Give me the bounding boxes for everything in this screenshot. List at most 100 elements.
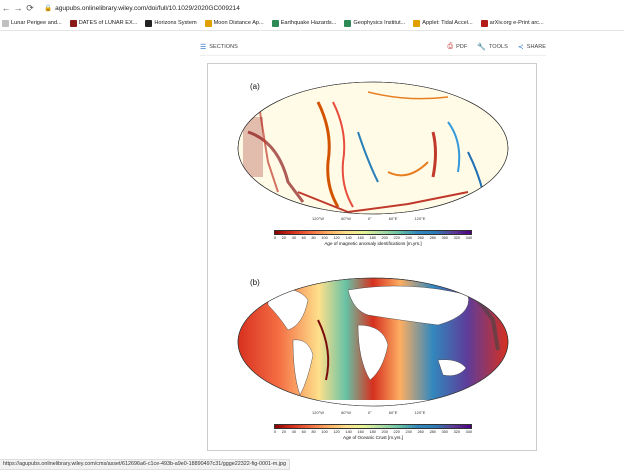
longitude-label: 120°W <box>312 410 325 415</box>
bookmark-label: Earthquake Hazards... <box>280 20 337 26</box>
bookmark-item[interactable]: Moon Distance Ap... <box>204 19 264 27</box>
colorbar-tick-label: 40 <box>291 430 296 434</box>
panel-a-lon-labels: 120°W 60°W 0° 60°E 120°E <box>312 216 425 221</box>
colorbar-tick-label: 340 <box>465 430 472 434</box>
colorbar-tick-label: 80 <box>311 236 316 240</box>
bookmark-favicon-icon <box>271 19 279 27</box>
colorbar-tick-label: 100 <box>321 430 328 434</box>
colorbar-tick-label: 260 <box>417 430 424 434</box>
panel-b-lon-labels: 120°W 60°W 0° 60°E 120°E <box>312 410 425 415</box>
url-text: agupubs.onlinelibrary.wiley.com/doi/full… <box>55 4 240 12</box>
status-bar-url: https://agupubs.onlinelibrary.wiley.com/… <box>0 459 290 470</box>
reload-icon[interactable]: ⟳ <box>24 1 36 15</box>
lock-icon: 🔒 <box>44 5 53 12</box>
bookmark-item[interactable]: DATES of LUNAR EX... <box>69 19 138 27</box>
bookmark-label: Lunar Perigee and... <box>11 20 62 26</box>
colorbar-tick-label: 140 <box>345 236 352 240</box>
panel-b-map <box>237 277 509 407</box>
panel-b-colorbar: 0 20 40 60 80 100 120 140 160 180 200 220 240 260 280 3… <box>274 424 472 440</box>
bookmark-label: Moon Distance Ap... <box>213 20 264 26</box>
longitude-label: 120°W <box>312 216 325 221</box>
share-button[interactable]: ≺ SHARE <box>518 43 546 51</box>
bookmark-favicon-icon <box>2 19 9 27</box>
bookmark-item[interactable]: Earthquake Hazards... <box>271 19 337 27</box>
colorbar-tick-label: 240 <box>405 430 412 434</box>
bookmark-item[interactable]: Applet: Tidal Accel... <box>413 19 473 27</box>
article-toolbar: ☰ SECTIONS ⎙ PDF 🔧 TOOLS ≺ SHARE <box>200 38 546 56</box>
bookmark-label: Horizons System <box>154 20 197 26</box>
bookmark-favicon-icon <box>69 19 77 27</box>
bookmark-favicon-icon <box>413 19 421 27</box>
colorbar-tick-label: 140 <box>345 430 352 434</box>
bookmark-item[interactable]: Lunar Perigee and... <box>2 19 62 27</box>
share-icon: ≺ <box>517 43 524 51</box>
menu-icon: ☰ <box>200 43 207 51</box>
longitude-label: 0° <box>367 410 372 415</box>
colorbar-tick-label: 200 <box>381 430 388 434</box>
wrench-icon: 🔧 <box>477 43 486 51</box>
panel-b-colorbar-gradient <box>274 424 472 429</box>
bookmarks-bar: Lunar Perigee and... DATES of LUNAR EX...… <box>0 16 624 31</box>
bookmark-label: Applet: Tidal Accel... <box>422 20 473 26</box>
back-icon[interactable]: ← <box>0 1 12 15</box>
colorbar-tick-label: 240 <box>405 236 412 240</box>
panel-a-map <box>237 81 509 215</box>
colorbar-tick-label: 320 <box>453 430 460 434</box>
forward-icon[interactable]: → <box>12 1 24 15</box>
colorbar-tick-label: 40 <box>291 236 296 240</box>
longitude-label: 60°W <box>341 410 351 415</box>
colorbar-tick-label: 0 <box>274 430 277 434</box>
panel-a-colorbar: 0 20 40 60 80 100 120 140 160 180 200 220 240 260 280 3… <box>274 230 472 246</box>
bookmark-item[interactable]: Horizons System <box>145 19 197 27</box>
bookmark-item[interactable]: Geophysics Institut... <box>344 19 406 27</box>
longitude-label: 0° <box>367 216 372 221</box>
colorbar-tick-label: 20 <box>281 430 287 434</box>
longitude-label: 60°E <box>388 216 398 221</box>
bookmark-favicon-icon <box>204 19 212 27</box>
colorbar-tick-label: 160 <box>357 430 364 434</box>
longitude-label: 120°E <box>414 216 426 221</box>
colorbar-tick-label: 340 <box>465 236 472 240</box>
longitude-label: 60°E <box>388 410 398 415</box>
colorbar-tick-label: 0 <box>274 236 277 240</box>
panel-a-colorbar-title: Age of magnetic anomaly identifications … <box>324 241 422 246</box>
panel-b-colorbar-ticks: 0 20 40 60 80 100 120 140 160 180 200 220 240 260 280 3… <box>274 430 472 434</box>
colorbar-tick-label: 220 <box>393 236 400 240</box>
colorbar-tick-label: 160 <box>357 236 364 240</box>
colorbar-tick-label: 320 <box>453 236 460 240</box>
colorbar-tick-label: 180 <box>369 236 376 240</box>
figure-image[interactable]: (a) 120°W 60°W 0° 60°E 120°E 0 20 40 60 80 100 120… <box>207 63 537 451</box>
tools-button[interactable]: 🔧 TOOLS <box>477 43 508 51</box>
pdf-button[interactable]: ⎙ PDF <box>447 43 467 51</box>
bookmark-favicon-icon <box>344 19 352 27</box>
colorbar-tick-label: 280 <box>429 236 436 240</box>
bookmark-label: DATES of LUNAR EX... <box>78 20 138 26</box>
bookmark-item[interactable]: arXiv.org e-Print arc... <box>480 19 544 27</box>
colorbar-tick-label: 60 <box>301 430 306 434</box>
colorbar-tick-label: 280 <box>429 430 436 434</box>
colorbar-tick-label: 80 <box>311 430 316 434</box>
sections-button[interactable]: ☰ SECTIONS <box>200 43 238 51</box>
panel-a-colorbar-ticks: 0 20 40 60 80 100 120 140 160 180 200 220 240 260 280 3… <box>274 236 472 240</box>
colorbar-tick-label: 20 <box>281 236 287 240</box>
pdf-icon: ⎙ <box>447 42 454 50</box>
colorbar-tick-label: 60 <box>301 236 306 240</box>
panel-a-colorbar-gradient <box>274 230 472 235</box>
longitude-label: 60°W <box>341 216 351 221</box>
bookmark-favicon-icon <box>480 19 488 27</box>
panel-b-colorbar-title: Age of Oceanic Crust [m.yrs.] <box>343 435 403 440</box>
address-bar: ← → ⟳ 🔒 agupubs.onlinelibrary.wiley.com/… <box>0 0 624 16</box>
colorbar-tick-label: 260 <box>417 236 424 240</box>
bookmark-favicon-icon <box>145 19 153 27</box>
bookmark-label: arXiv.org e-Print arc... <box>489 20 544 26</box>
colorbar-tick-label: 120 <box>333 430 340 434</box>
colorbar-tick-label: 220 <box>393 430 400 434</box>
longitude-label: 120°E <box>414 410 426 415</box>
colorbar-tick-label: 200 <box>381 236 388 240</box>
colorbar-tick-label: 100 <box>321 236 328 240</box>
url-field[interactable]: 🔒 agupubs.onlinelibrary.wiley.com/doi/fu… <box>44 4 240 13</box>
colorbar-tick-label: 300 <box>441 236 448 240</box>
colorbar-tick-label: 120 <box>333 236 340 240</box>
bookmark-label: Geophysics Institut... <box>353 20 406 26</box>
colorbar-tick-label: 180 <box>369 430 376 434</box>
